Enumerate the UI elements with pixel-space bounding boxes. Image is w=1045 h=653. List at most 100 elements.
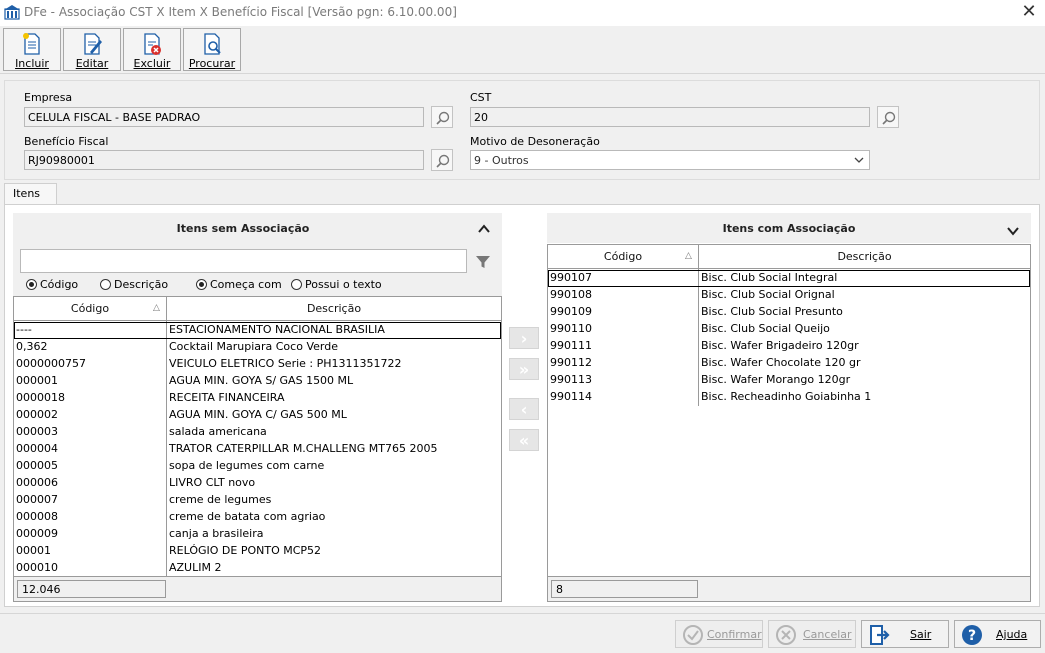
radio-descricao[interactable]: Descrição xyxy=(100,278,168,291)
cancelar-button[interactable]: Cancelar xyxy=(768,620,856,648)
cell-descricao: Bisc. Wafer Chocolate 120 gr xyxy=(701,356,861,369)
move-left-button[interactable]: ‹ xyxy=(509,398,539,420)
cell-descricao: Bisc. Club Social Orignal xyxy=(701,288,835,301)
delete-document-icon xyxy=(144,33,161,55)
left-section-title: Itens sem Associação xyxy=(176,222,310,235)
move-all-right-button[interactable]: » xyxy=(509,358,539,380)
table-row[interactable]: 990113 Bisc. Wafer Morango 120gr xyxy=(548,372,1030,389)
cell-descricao: canja a brasileira xyxy=(169,527,264,540)
empresa-lookup-button[interactable] xyxy=(431,106,453,128)
beneficio-lookup-button[interactable] xyxy=(431,149,453,171)
table-row[interactable]: 990109 Bisc. Club Social Presunto xyxy=(548,304,1030,321)
editar-button[interactable]: Editar xyxy=(63,28,121,71)
cell-descricao: Bisc. Club Social Integral xyxy=(701,271,838,284)
motivo-select[interactable]: 9 - Outros xyxy=(470,150,870,170)
table-row[interactable]: 990111 Bisc. Wafer Brigadeiro 120gr xyxy=(548,338,1030,355)
cell-descricao: Bisc. Wafer Morango 120gr xyxy=(701,373,851,386)
cell-descricao: Cocktail Marupiara Coco Verde xyxy=(169,340,338,353)
confirmar-label: Confirmar xyxy=(707,628,762,641)
cell-codigo: 990107 xyxy=(550,271,592,284)
cell-codigo: 990110 xyxy=(550,322,592,335)
procurar-button[interactable]: Procurar xyxy=(183,28,241,71)
table-row[interactable]: 0,362 Cocktail Marupiara Coco Verde xyxy=(14,339,501,356)
cell-descricao: salada americana xyxy=(169,425,267,438)
cell-codigo: 990112 xyxy=(550,356,592,369)
table-row[interactable]: 000005 sopa de legumes com carne xyxy=(14,458,501,475)
radio-comeca-com[interactable]: Começa com xyxy=(196,278,282,291)
left-grid-header: Código △ Descrição xyxy=(14,297,501,321)
cell-codigo: 000003 xyxy=(16,425,58,438)
cst-field[interactable]: 20 xyxy=(470,107,870,127)
radio-possui-texto[interactable]: Possui o texto xyxy=(291,278,382,291)
excluir-button[interactable]: Excluir xyxy=(123,28,181,71)
radio-dot xyxy=(26,279,37,290)
table-row[interactable]: 000010 AZULIM 2 xyxy=(14,560,501,577)
left-count: 12.046 xyxy=(17,580,166,598)
incluir-label: Incluir xyxy=(15,57,49,70)
empresa-field[interactable]: CELULA FISCAL - BASE PADRAO xyxy=(24,107,424,127)
confirmar-button[interactable]: Confirmar xyxy=(675,620,763,648)
cell-descricao: RECEITA FINANCEIRA xyxy=(169,391,285,404)
table-row[interactable]: 990110 Bisc. Club Social Queijo xyxy=(548,321,1030,338)
table-row[interactable]: 000008 creme de batata com agriao xyxy=(14,509,501,526)
right-count: 8 xyxy=(551,580,698,598)
collapse-up-icon[interactable] xyxy=(477,223,491,235)
table-row[interactable]: 000002 AGUA MIN. GOYA C/ GAS 500 ML xyxy=(14,407,501,424)
filter-icon[interactable] xyxy=(475,254,491,270)
radio-dot xyxy=(291,279,302,290)
cell-descricao: Bisc. Club Social Queijo xyxy=(701,322,830,335)
table-row[interactable]: 000004 TRATOR CATERPILLAR M.CHALLENG MT76… xyxy=(14,441,501,458)
cell-codigo: 000007 xyxy=(16,493,58,506)
table-row[interactable]: 0000000757 VEICULO ELETRICO Serie : PH131… xyxy=(14,356,501,373)
table-row[interactable]: 000001 AGUA MIN. GOYA S/ GAS 1500 ML xyxy=(14,373,501,390)
help-icon: ? xyxy=(962,625,982,645)
right-items-grid[interactable]: Código △ Descrição 990107 Bisc. Club Soci… xyxy=(547,244,1031,602)
cell-codigo: 990114 xyxy=(550,390,592,403)
cell-descricao: LIVRO CLT novo xyxy=(169,476,256,489)
table-row[interactable]: 990112 Bisc. Wafer Chocolate 120 gr xyxy=(548,355,1030,372)
radio-codigo[interactable]: Código xyxy=(26,278,78,291)
left-items-grid[interactable]: Código △ Descrição ---- ESTACIONAMENTO NA… xyxy=(13,296,502,602)
toolbar: Incluir Editar Excluir Procurar xyxy=(0,26,1045,74)
ajuda-button[interactable]: ? Ajuda xyxy=(954,620,1041,648)
right-col-codigo[interactable]: Código xyxy=(548,245,698,268)
cell-codigo: 000009 xyxy=(16,527,58,540)
expand-down-icon[interactable] xyxy=(1006,225,1020,237)
search-input[interactable] xyxy=(20,249,467,273)
table-row[interactable]: ---- ESTACIONAMENTO NACIONAL BRASILIA xyxy=(14,322,501,339)
left-col-codigo[interactable]: Código xyxy=(14,297,166,320)
close-icon[interactable]: ✕ xyxy=(1016,0,1042,26)
table-row[interactable]: 000007 creme de legumes xyxy=(14,492,501,509)
move-right-button[interactable]: › xyxy=(509,327,539,349)
incluir-button[interactable]: Incluir xyxy=(3,28,61,71)
cell-codigo: 990111 xyxy=(550,339,592,352)
table-row[interactable]: 990114 Bisc. Recheadinho Goiabinha 1 xyxy=(548,389,1030,406)
table-row[interactable]: 990107 Bisc. Club Social Integral xyxy=(548,270,1030,287)
cell-codigo: 000006 xyxy=(16,476,58,489)
cell-descricao: Bisc. Wafer Brigadeiro 120gr xyxy=(701,339,859,352)
cell-codigo: 000002 xyxy=(16,408,58,421)
search-icon xyxy=(882,111,896,125)
table-row[interactable]: 00001 RELÓGIO DE PONTO MCP52 xyxy=(14,543,501,560)
cell-codigo: 0000018 xyxy=(16,391,65,404)
table-row[interactable]: 990108 Bisc. Club Social Orignal xyxy=(548,287,1030,304)
cst-lookup-button[interactable] xyxy=(877,106,899,128)
beneficio-field[interactable]: RJ90980001 xyxy=(24,150,424,170)
tab-itens[interactable]: Itens xyxy=(4,183,57,205)
cell-codigo: 000010 xyxy=(16,561,58,574)
cell-codigo: 990113 xyxy=(550,373,592,386)
table-row[interactable]: 000006 LIVRO CLT novo xyxy=(14,475,501,492)
move-all-left-button[interactable]: « xyxy=(509,429,539,451)
table-row[interactable]: 0000018 RECEITA FINANCEIRA xyxy=(14,390,501,407)
sair-button[interactable]: Sair xyxy=(861,620,949,648)
left-col-descricao[interactable]: Descrição xyxy=(167,297,501,320)
table-row[interactable]: 000003 salada americana xyxy=(14,424,501,441)
table-row[interactable]: 000009 canja a brasileira xyxy=(14,526,501,543)
right-col-descricao[interactable]: Descrição xyxy=(699,245,1030,268)
procurar-label: Procurar xyxy=(188,57,236,70)
exit-door-icon xyxy=(870,625,890,645)
move-left-icon: ‹ xyxy=(520,400,528,419)
ajuda-label: Ajuda xyxy=(996,628,1028,641)
cell-codigo: 0000000757 xyxy=(16,357,86,370)
window-title: DFe - Associação CST X Item X Benefício … xyxy=(24,5,457,19)
